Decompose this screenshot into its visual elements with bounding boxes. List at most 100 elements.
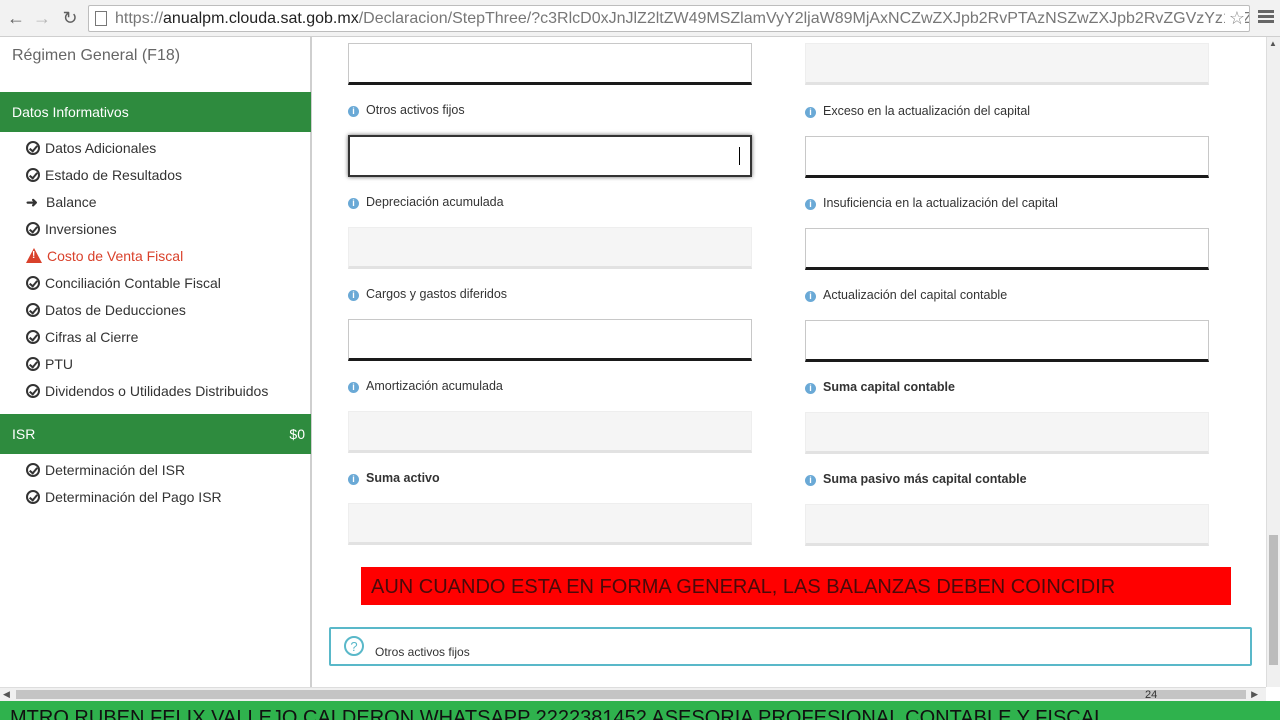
slide-page-number: 24 xyxy=(1145,689,1158,701)
sidebar-item-ptu[interactable]: PTU xyxy=(26,354,73,374)
label-text: Suma activo xyxy=(366,471,440,485)
vertical-scroll-thumb[interactable] xyxy=(1269,535,1278,665)
browser-toolbar: ← → ↻ https://anualpm.clouda.sat.gob.mx/… xyxy=(0,0,1280,37)
label-otros-activos-fijos: i Otros activos fijos xyxy=(348,102,465,118)
section-title: Datos Informativos xyxy=(12,104,129,120)
sidebar-item-cifras-cierre[interactable]: Cifras al Cierre xyxy=(26,327,138,347)
sidebar-item-label: Conciliación Contable Fiscal xyxy=(45,275,221,291)
label-text: Exceso en la actualización del capital xyxy=(823,104,1031,118)
info-icon[interactable]: i xyxy=(348,106,359,117)
sidebar-item-estado-resultados[interactable]: Estado de Resultados xyxy=(26,165,182,185)
check-circle-icon xyxy=(26,222,40,236)
check-circle-icon xyxy=(26,463,40,477)
check-circle-icon xyxy=(26,276,40,290)
forward-arrow-icon[interactable]: → xyxy=(32,8,52,28)
label-insuficiencia-actualizacion-capital: i Insuficiencia en la actualización del c… xyxy=(805,195,1058,211)
address-bar[interactable]: https://anualpm.clouda.sat.gob.mx/Declar… xyxy=(88,5,1250,32)
info-icon[interactable]: i xyxy=(805,475,816,486)
info-icon[interactable]: i xyxy=(805,383,816,394)
sidebar-item-datos-adicionales[interactable]: Datos Adicionales xyxy=(26,138,156,158)
sidebar-item-label: Datos Adicionales xyxy=(45,140,157,156)
sidebar-item-label: Inversiones xyxy=(45,221,117,237)
section-datos-informativos[interactable]: Datos Informativos xyxy=(0,92,311,132)
check-circle-icon xyxy=(26,384,40,398)
label-text: Suma pasivo más capital contable xyxy=(823,472,1027,486)
info-icon[interactable]: i xyxy=(805,107,816,118)
check-circle-icon xyxy=(26,490,40,504)
sidebar-item-determinacion-isr[interactable]: Determinación del ISR xyxy=(26,460,185,480)
footer-banner: MTRO RUBEN FELIX VALLEJO CALDERON WHATSA… xyxy=(0,701,1280,720)
info-icon[interactable]: i xyxy=(348,198,359,209)
bookmark-star-icon[interactable]: ☆ xyxy=(1224,6,1245,31)
sidebar-item-conciliacion[interactable]: Conciliación Contable Fiscal xyxy=(26,273,221,293)
sidebar-item-determinacion-pago-isr[interactable]: Determinación del Pago ISR xyxy=(26,487,222,507)
sidebar-item-deducciones[interactable]: Datos de Deducciones xyxy=(26,300,186,320)
isr-amount: $0 xyxy=(289,426,305,442)
sidebar-item-label: Determinación del ISR xyxy=(45,462,186,478)
check-circle-icon xyxy=(26,168,40,182)
check-circle-icon xyxy=(26,330,40,344)
sidebar-item-label: Costo de Venta Fiscal xyxy=(47,248,184,264)
check-circle-icon xyxy=(26,303,40,317)
label-text: Depreciación acumulada xyxy=(366,195,504,209)
section-isr[interactable]: ISR $0 xyxy=(0,414,311,454)
section-title: ISR xyxy=(12,426,36,442)
help-panel: ? Otros activos fijos xyxy=(329,627,1252,666)
sidebar-item-dividendos[interactable]: Dividendos o Utilidades Distribuidos xyxy=(26,381,268,401)
sign-in-arrow-icon: ➜ xyxy=(26,194,38,210)
sidebar-item-label: Datos de Deducciones xyxy=(45,302,186,318)
input-otros-activos-fijos[interactable] xyxy=(348,135,752,177)
input-amortizacion-acumulada xyxy=(348,411,752,453)
back-arrow-icon[interactable]: ← xyxy=(6,8,26,28)
url-host: anualpm.clouda.sat.gob.mx xyxy=(163,10,359,27)
label-amortizacion-acumulada: i Amortización acumulada xyxy=(348,378,503,394)
info-icon[interactable]: i xyxy=(805,199,816,210)
input-exceso-actualizacion-capital[interactable] xyxy=(805,136,1209,178)
reload-icon[interactable]: ↻ xyxy=(60,8,80,28)
input-actualizacion-capital-contable[interactable] xyxy=(805,320,1209,362)
regimen-title: Régimen General (F18) xyxy=(12,47,181,64)
input-insuficiencia-actualizacion-capital[interactable] xyxy=(805,228,1209,270)
input-previous-left[interactable] xyxy=(348,43,752,85)
label-text: Insuficiencia en la actualización del ca… xyxy=(823,196,1058,210)
scroll-right-icon[interactable]: ▶ xyxy=(1251,689,1258,700)
label-cargos-gastos-diferidos: i Cargos y gastos diferidos xyxy=(348,286,507,302)
warning-icon xyxy=(26,248,42,263)
label-depreciacion-acumulada: i Depreciación acumulada xyxy=(348,194,504,210)
annotation-banner: AUN CUANDO ESTA EN FORMA GENERAL, LAS BA… xyxy=(361,567,1231,605)
sidebar-item-label: Cifras al Cierre xyxy=(45,329,139,345)
label-exceso-actualizacion-capital: i Exceso en la actualización del capital xyxy=(805,103,1030,119)
browser-menu-icon[interactable] xyxy=(1258,8,1274,28)
label-actualizacion-capital-contable: i Actualización del capital contable xyxy=(805,287,1007,303)
scroll-left-icon[interactable]: ◀ xyxy=(3,689,10,700)
sidebar-item-costo-venta-fiscal[interactable]: Costo de Venta Fiscal xyxy=(26,246,183,266)
text-caret xyxy=(739,147,740,165)
info-icon[interactable]: i xyxy=(348,474,359,485)
vertical-scrollbar[interactable]: ▲ xyxy=(1266,37,1280,687)
horizontal-scroll-thumb[interactable] xyxy=(16,690,1246,699)
help-text: Otros activos fijos xyxy=(375,645,470,659)
label-text: Otros activos fijos xyxy=(366,103,465,117)
label-suma-capital-contable: i Suma capital contable xyxy=(805,379,955,395)
sidebar-item-label: PTU xyxy=(45,356,73,372)
question-circle-icon: ? xyxy=(344,636,364,656)
info-icon[interactable]: i xyxy=(348,290,359,301)
sidebar-item-inversiones[interactable]: Inversiones xyxy=(26,219,117,239)
check-circle-icon xyxy=(26,141,40,155)
info-icon[interactable]: i xyxy=(805,291,816,302)
page-icon xyxy=(95,11,107,26)
sidebar-item-label: Balance xyxy=(46,194,97,210)
scroll-up-icon[interactable]: ▲ xyxy=(1269,39,1277,48)
label-text: Amortización acumulada xyxy=(366,379,503,393)
label-suma-activo: i Suma activo xyxy=(348,470,440,486)
horizontal-scrollbar[interactable]: ◀ ▶ xyxy=(0,687,1266,701)
label-text: Actualización del capital contable xyxy=(823,288,1008,302)
sidebar-item-balance[interactable]: ➜ Balance xyxy=(26,192,97,212)
input-previous-right xyxy=(805,43,1209,85)
input-cargos-gastos-diferidos[interactable] xyxy=(348,319,752,361)
label-suma-pasivo-capital: i Suma pasivo más capital contable xyxy=(805,471,1027,487)
info-icon[interactable]: i xyxy=(348,382,359,393)
input-depreciacion-acumulada xyxy=(348,227,752,269)
sidebar-item-label: Estado de Resultados xyxy=(45,167,182,183)
sidebar-item-label: Dividendos o Utilidades Distribuidos xyxy=(45,383,269,399)
